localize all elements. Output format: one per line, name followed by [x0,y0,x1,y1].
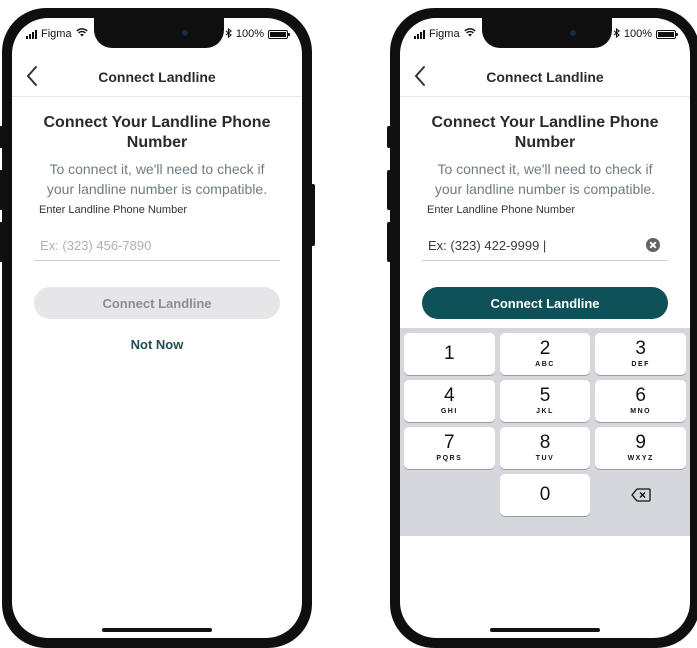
signal-icon [414,29,425,39]
key-letters: DEF [631,361,650,368]
key-9[interactable]: 9 WXYZ [595,427,687,469]
key-letters: PQRS [436,455,463,462]
phone-field-label: Enter Landline Phone Number [39,204,187,216]
phone-input-row: Ex: (323) 422-9999 | [422,230,668,261]
front-camera [570,30,576,36]
battery-percentage: 100% [235,28,264,40]
clear-input-icon[interactable] [646,238,660,252]
key-letters: MNO [630,408,652,415]
backspace-icon [631,488,651,502]
key-number: 3 [635,338,646,359]
carrier-label: Figma [429,28,460,40]
bluetooth-icon [225,27,232,41]
key-3[interactable]: 3 DEF [595,333,687,375]
back-button[interactable] [22,62,44,90]
connect-landline-button[interactable]: Connect Landline [422,287,668,319]
battery-icon [268,29,290,39]
phone-input-row [34,230,280,261]
key-number: 7 [444,432,455,453]
key-0[interactable]: 0 [499,474,591,516]
key-7[interactable]: 7 PQRS [404,427,495,469]
page-headline: Connect Your Landline Phone Number [43,114,271,151]
home-indicator [490,628,600,632]
volume-down-button [0,222,3,262]
key-1[interactable]: 1 [404,333,495,375]
home-indicator [102,628,212,632]
key-letters: JKL [536,408,554,415]
key-8[interactable]: 8 TUV [499,427,591,469]
battery-percentage: 100% [623,28,652,40]
carrier-label: Figma [41,28,72,40]
bluetooth-icon [613,27,620,41]
key-number: 4 [444,385,455,406]
phone-field-label: Enter Landline Phone Number [427,204,575,216]
wifi-icon [75,28,88,40]
page-headline: Connect Your Landline Phone Number [431,114,659,151]
phone-number-input[interactable]: Ex: (323) 422-9999 | [428,238,546,253]
back-chevron-icon [414,66,425,86]
key-number: 9 [635,432,646,453]
numeric-keypad: 1 2 ABC 3 DEF 4 GHI 5 JKL 6 MNO 7 PQRS 8 TUV 9 W… [400,328,690,536]
screen-initial: Figma 100% Connect Landline Connect Your… [12,18,302,638]
mute-switch [0,126,3,148]
page-description: To connect it, we'll need to check if yo… [46,161,268,197]
signal-icon [26,29,37,39]
key-number: 6 [635,385,646,406]
notch [94,18,224,48]
key-number: 8 [539,432,551,453]
key-letters: WXYZ [627,455,654,462]
key-4[interactable]: 4 GHI [404,380,495,422]
key-5[interactable]: 5 JKL [499,380,591,422]
connect-landline-button[interactable]: Connect Landline [34,287,280,319]
key-letters: GHI [440,408,458,415]
key-number: 1 [444,342,455,364]
key-2[interactable]: 2 ABC [499,333,591,375]
nav-title: Connect Landline [98,69,216,85]
back-button[interactable] [410,62,432,90]
battery-icon [656,29,678,39]
mute-switch [387,126,391,148]
phone-number-input[interactable] [40,235,260,255]
volume-up-button [387,170,391,210]
phone-frame-left: Figma 100% Connect Landline Connect Your… [0,8,315,648]
key-letters: TUV [535,455,555,462]
key-number: 2 [539,338,551,359]
not-now-button[interactable]: Not Now [34,337,280,352]
back-chevron-icon [26,66,37,86]
key-letters: ABC [535,361,555,368]
wifi-icon [463,28,476,40]
form-content: Connect Your Landline Phone Number To co… [34,113,280,352]
key-blank [404,474,495,516]
front-camera [182,30,188,36]
notch [482,18,612,48]
nav-bar: Connect Landline [400,58,690,97]
screen-entering-number: Figma 100% Connect Landline Connect Your… [400,18,690,638]
form-content: Connect Your Landline Phone Number To co… [422,113,668,319]
nav-title: Connect Landline [486,69,604,85]
nav-bar: Connect Landline [12,58,302,97]
page-description: To connect it, we'll need to check if yo… [434,161,656,197]
volume-up-button [0,170,3,210]
key-number: 0 [539,484,551,505]
power-button [311,184,315,246]
phone-frame-right: Figma 100% Connect Landline Connect Your… [387,8,697,648]
backspace-key[interactable] [595,474,686,516]
key-number: 5 [539,385,551,406]
key-6[interactable]: 6 MNO [595,380,687,422]
volume-down-button [387,222,391,262]
